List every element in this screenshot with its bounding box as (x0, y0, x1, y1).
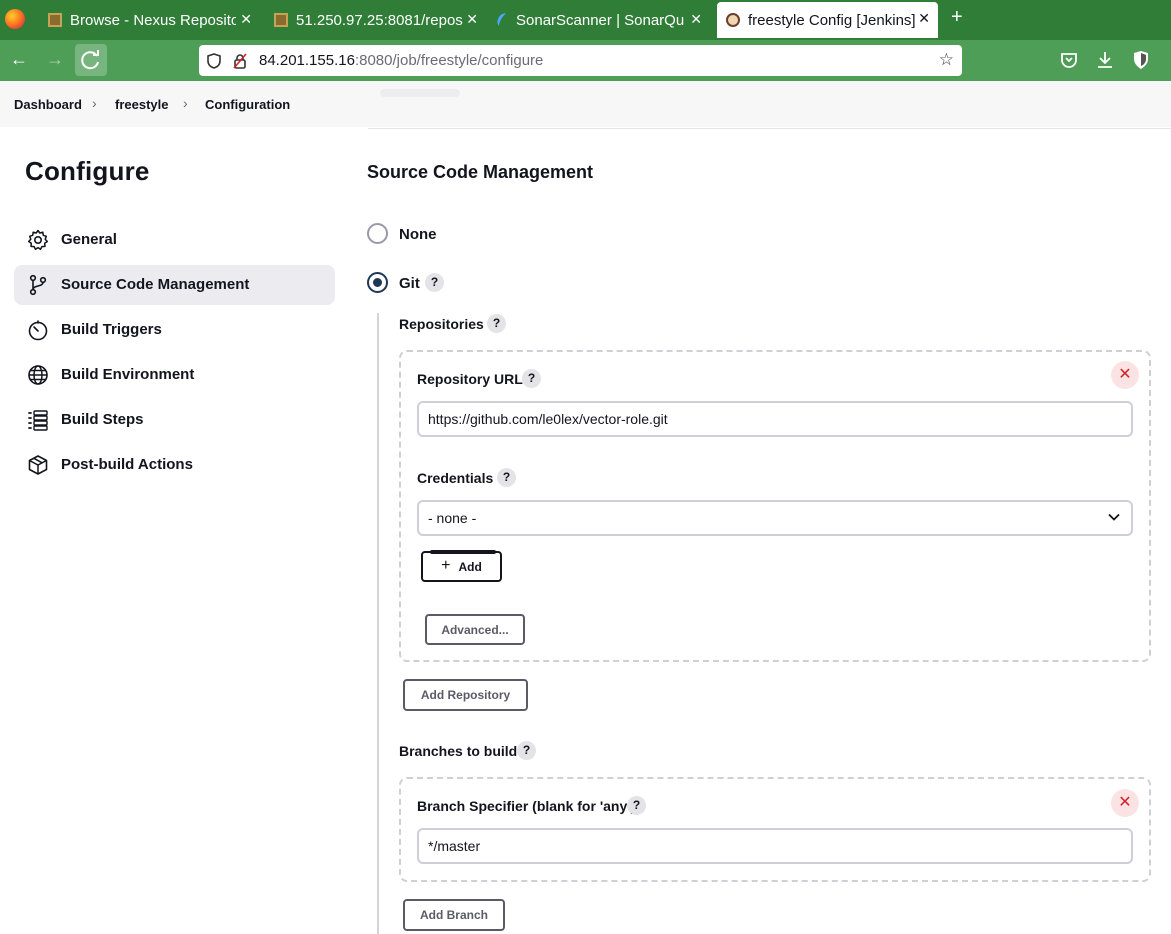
branch-specifier-help-icon[interactable]: ? (627, 796, 646, 815)
breadcrumb-chevron-icon: › (92, 95, 97, 111)
breadcrumb-chevron-icon: › (183, 95, 188, 111)
package-icon (28, 455, 48, 475)
close-tab-icon[interactable]: ✕ (240, 11, 252, 28)
url-host: 84.201.155.16 (259, 52, 355, 69)
sidebar-item-post-build-actions[interactable]: Post-build Actions (14, 445, 335, 485)
browser-tab[interactable]: 51.250.97.25:8081/repos ✕ (274, 0, 486, 40)
tab-title: freestyle Config [Jenkins] (748, 11, 916, 29)
browser-tab-bar: Browse - Nexus Reposito ✕ 51.250.97.25:8… (0, 0, 1171, 40)
gear-icon (27, 229, 49, 251)
add-credentials-button[interactable]: + Add (421, 550, 502, 582)
tracking-shield-icon[interactable] (207, 52, 221, 69)
sidebar-item-label: Post-build Actions (61, 456, 193, 473)
sidebar-item-build-steps[interactable]: Build Steps (14, 400, 335, 440)
browser-tab[interactable]: SonarScanner | SonarQub ✕ (495, 0, 710, 40)
close-tab-icon[interactable]: ✕ (918, 10, 930, 27)
git-branch-icon (29, 274, 47, 296)
advanced-button[interactable]: Advanced... (425, 614, 525, 645)
firefox-logo-icon[interactable] (5, 9, 25, 29)
add-repository-button[interactable]: Add Repository (403, 679, 528, 711)
nexus-box-icon (274, 13, 288, 27)
address-bar[interactable]: 84.201.155.16:8080/job/freestyle/configu… (199, 45, 962, 76)
back-arrow-icon[interactable]: ← (7, 49, 31, 70)
scm-none-radio[interactable] (367, 223, 388, 244)
breadcrumb-dashboard[interactable]: Dashboard (14, 97, 82, 112)
sidebar-item-build-triggers[interactable]: Build Triggers (14, 310, 335, 350)
sidebar-item-label: General (61, 231, 117, 248)
close-tab-icon[interactable]: ✕ (466, 11, 478, 28)
globe-icon (28, 365, 48, 385)
repositories-label: Repositories (399, 316, 484, 332)
scm-git-radio[interactable] (367, 272, 388, 293)
repository-url-input[interactable]: https://github.com/le0lex/vector-role.gi… (417, 401, 1133, 437)
close-tab-icon[interactable]: ✕ (690, 11, 702, 28)
breadcrumb-configuration[interactable]: Configuration (205, 97, 290, 112)
branches-help-icon[interactable]: ? (517, 741, 536, 760)
scrolled-content-fragment (380, 89, 460, 97)
sonarqube-icon (495, 11, 511, 29)
add-branch-button[interactable]: Add Branch (403, 899, 505, 931)
browser-tab-active[interactable]: freestyle Config [Jenkins] ✕ (717, 2, 938, 38)
breadcrumb (0, 81, 1171, 127)
list-icon (28, 410, 48, 431)
scm-none-label[interactable]: None (399, 226, 437, 243)
timer-icon (28, 320, 48, 341)
section-title: Source Code Management (367, 162, 594, 182)
git-help-icon[interactable]: ? (425, 273, 444, 292)
repository-url-label: Repository URL (417, 371, 523, 387)
repository-url-help-icon[interactable]: ? (522, 369, 541, 388)
sidebar-item-label: Source Code Management (61, 276, 250, 293)
credentials-label: Credentials (417, 470, 494, 486)
new-tab-icon[interactable]: + (951, 6, 963, 29)
add-credentials-label: Add (458, 559, 482, 574)
credentials-selected-value: - none - (428, 510, 477, 526)
pocket-icon[interactable] (1058, 49, 1080, 71)
sidebar-item-general[interactable]: General (14, 220, 335, 260)
divider (368, 128, 1171, 129)
scm-git-label[interactable]: Git (399, 275, 420, 292)
chevron-down-icon (1108, 513, 1120, 521)
jenkins-icon (726, 13, 740, 27)
sidebar-item-label: Build Triggers (61, 321, 162, 338)
sidebar-item-source-code-management[interactable]: Source Code Management (14, 265, 335, 305)
extension-shield-icon[interactable] (1130, 49, 1152, 71)
sidebar-item-label: Build Steps (61, 411, 144, 428)
tab-title: Browse - Nexus Reposito (70, 11, 236, 29)
branch-specifier-label: Branch Specifier (blank for 'any') (417, 798, 636, 814)
breadcrumb-job[interactable]: freestyle (115, 97, 168, 112)
branch-specifier-input[interactable]: */master (417, 828, 1133, 864)
url-path: :8080/job/freestyle/configure (354, 52, 544, 69)
reload-icon (81, 50, 99, 70)
git-section-indent-line (377, 313, 379, 934)
tab-title: SonarScanner | SonarQub (516, 11, 684, 29)
forward-arrow-icon[interactable]: → (43, 49, 67, 70)
insecure-lock-icon[interactable] (233, 52, 247, 69)
bookmark-star-icon[interactable]: ☆ (939, 50, 954, 70)
plus-icon: + (441, 556, 451, 574)
sidebar-item-build-environment[interactable]: Build Environment (14, 355, 335, 395)
browser-tab[interactable]: Browse - Nexus Reposito ✕ (48, 0, 260, 40)
nexus-box-icon (48, 13, 62, 27)
credentials-help-icon[interactable]: ? (497, 468, 516, 487)
delete-branch-button[interactable]: ✕ (1111, 789, 1139, 817)
credentials-select[interactable]: - none - (417, 500, 1133, 536)
branches-to-build-label: Branches to build (399, 743, 518, 759)
repositories-help-icon[interactable]: ? (487, 314, 506, 333)
reload-button[interactable] (75, 44, 107, 76)
tab-title: 51.250.97.25:8081/repos (296, 11, 463, 29)
sidebar-item-label: Build Environment (61, 366, 195, 383)
download-icon[interactable] (1094, 49, 1116, 71)
delete-repository-button[interactable]: ✕ (1111, 361, 1139, 389)
page-title: Configure (25, 156, 150, 186)
